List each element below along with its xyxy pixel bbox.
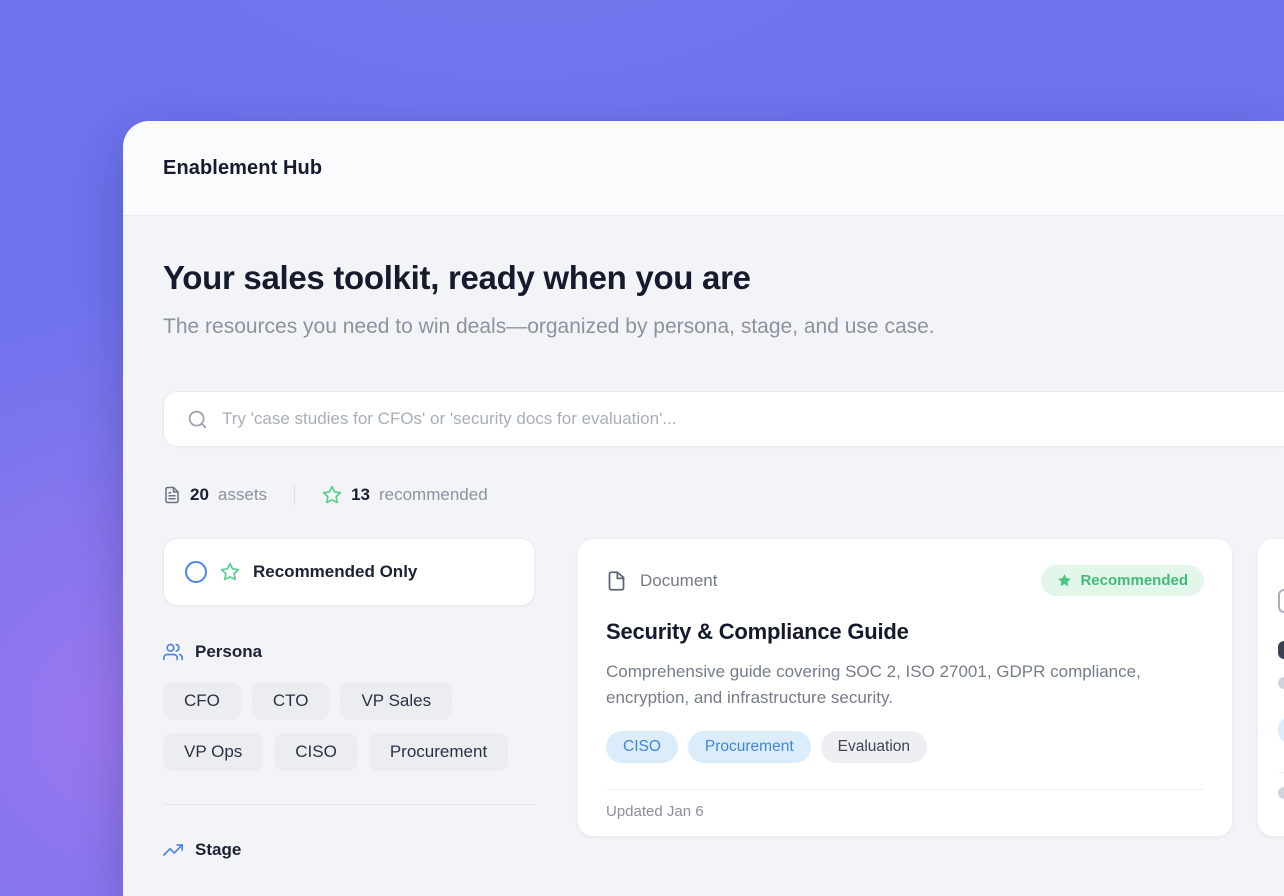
asset-tag[interactable]: Evaluation [821, 731, 927, 763]
trending-up-icon [163, 840, 183, 860]
star-filled-icon [1057, 573, 1072, 588]
asset-card-partial[interactable] [1257, 538, 1284, 837]
assets-count: 20 [190, 485, 209, 505]
radio-circle-icon [185, 561, 207, 583]
star-icon [322, 485, 342, 505]
recommended-label: recommended [379, 485, 488, 505]
enablement-hub-window: Enablement Hub Your sales toolkit, ready… [123, 121, 1284, 896]
asset-updated: Updated Jan 6 [606, 790, 1204, 833]
asset-tag[interactable]: Procurement [688, 731, 811, 763]
search-icon [187, 409, 208, 430]
sidebar-divider [163, 804, 535, 805]
partial-card-divider-placeholder [1278, 772, 1284, 773]
asset-type-label: Document [640, 571, 717, 591]
partial-card-tag-placeholder [1278, 715, 1284, 745]
partial-card-icon-placeholder [1278, 589, 1284, 613]
recommended-badge-label: Recommended [1080, 572, 1188, 589]
asset-type: Document [606, 569, 717, 593]
asset-cards: Document Recommended Security & Complian… [577, 538, 1284, 837]
persona-section-label: Persona [195, 642, 262, 662]
recommended-only-toggle[interactable]: Recommended Only [163, 538, 535, 606]
asset-tag[interactable]: CISO [606, 731, 678, 763]
partial-card-footer-placeholder [1278, 787, 1284, 799]
persona-chip[interactable]: VP Sales [340, 682, 452, 720]
card-top-row: Document Recommended [606, 565, 1204, 596]
asset-title: Security & Compliance Guide [606, 619, 1204, 645]
persona-chip[interactable]: CFO [163, 682, 241, 720]
partial-card-text-placeholder [1278, 677, 1284, 689]
persona-chip[interactable]: Procurement [369, 733, 508, 771]
recommended-badge: Recommended [1041, 565, 1204, 596]
page-title: Your sales toolkit, ready when you are [163, 258, 1284, 298]
asset-card[interactable]: Document Recommended Security & Complian… [577, 538, 1233, 837]
document-icon [606, 569, 627, 593]
stage-section-label: Stage [195, 840, 241, 860]
asset-tags: CISO Procurement Evaluation [606, 731, 1204, 763]
page-subtitle: The resources you need to win deals—orga… [163, 308, 978, 345]
app-title: Enablement Hub [163, 157, 322, 180]
persona-chip[interactable]: VP Ops [163, 733, 263, 771]
stage-section-header: Stage [163, 840, 535, 860]
content-columns: Recommended Only Persona CFO CTO VP Sales V… [163, 538, 1284, 860]
search-input[interactable] [222, 409, 1284, 429]
file-text-icon [163, 485, 181, 505]
persona-chips: CFO CTO VP Sales VP Ops CISO Procurement [163, 682, 535, 771]
assets-label: assets [218, 485, 267, 505]
page-body: Your sales toolkit, ready when you are T… [123, 258, 1284, 860]
star-icon [220, 562, 240, 582]
recommended-only-label: Recommended Only [253, 562, 417, 582]
asset-description: Comprehensive guide covering SOC 2, ISO … [606, 659, 1196, 711]
persona-chip[interactable]: CTO [252, 682, 330, 720]
persona-chip[interactable]: CISO [274, 733, 358, 771]
recommended-stat: 13 recommended [322, 485, 488, 505]
filters-sidebar: Recommended Only Persona CFO CTO VP Sales V… [163, 538, 535, 860]
stats-divider [294, 484, 295, 505]
recommended-count: 13 [351, 485, 370, 505]
persona-section-header: Persona [163, 642, 535, 662]
partial-card-title-placeholder [1278, 641, 1284, 659]
search-bar[interactable] [163, 391, 1284, 447]
app-header: Enablement Hub [123, 121, 1284, 216]
stats-row: 20 assets 13 recommended [163, 484, 1284, 505]
users-icon [163, 642, 183, 662]
assets-stat: 20 assets [163, 485, 267, 505]
